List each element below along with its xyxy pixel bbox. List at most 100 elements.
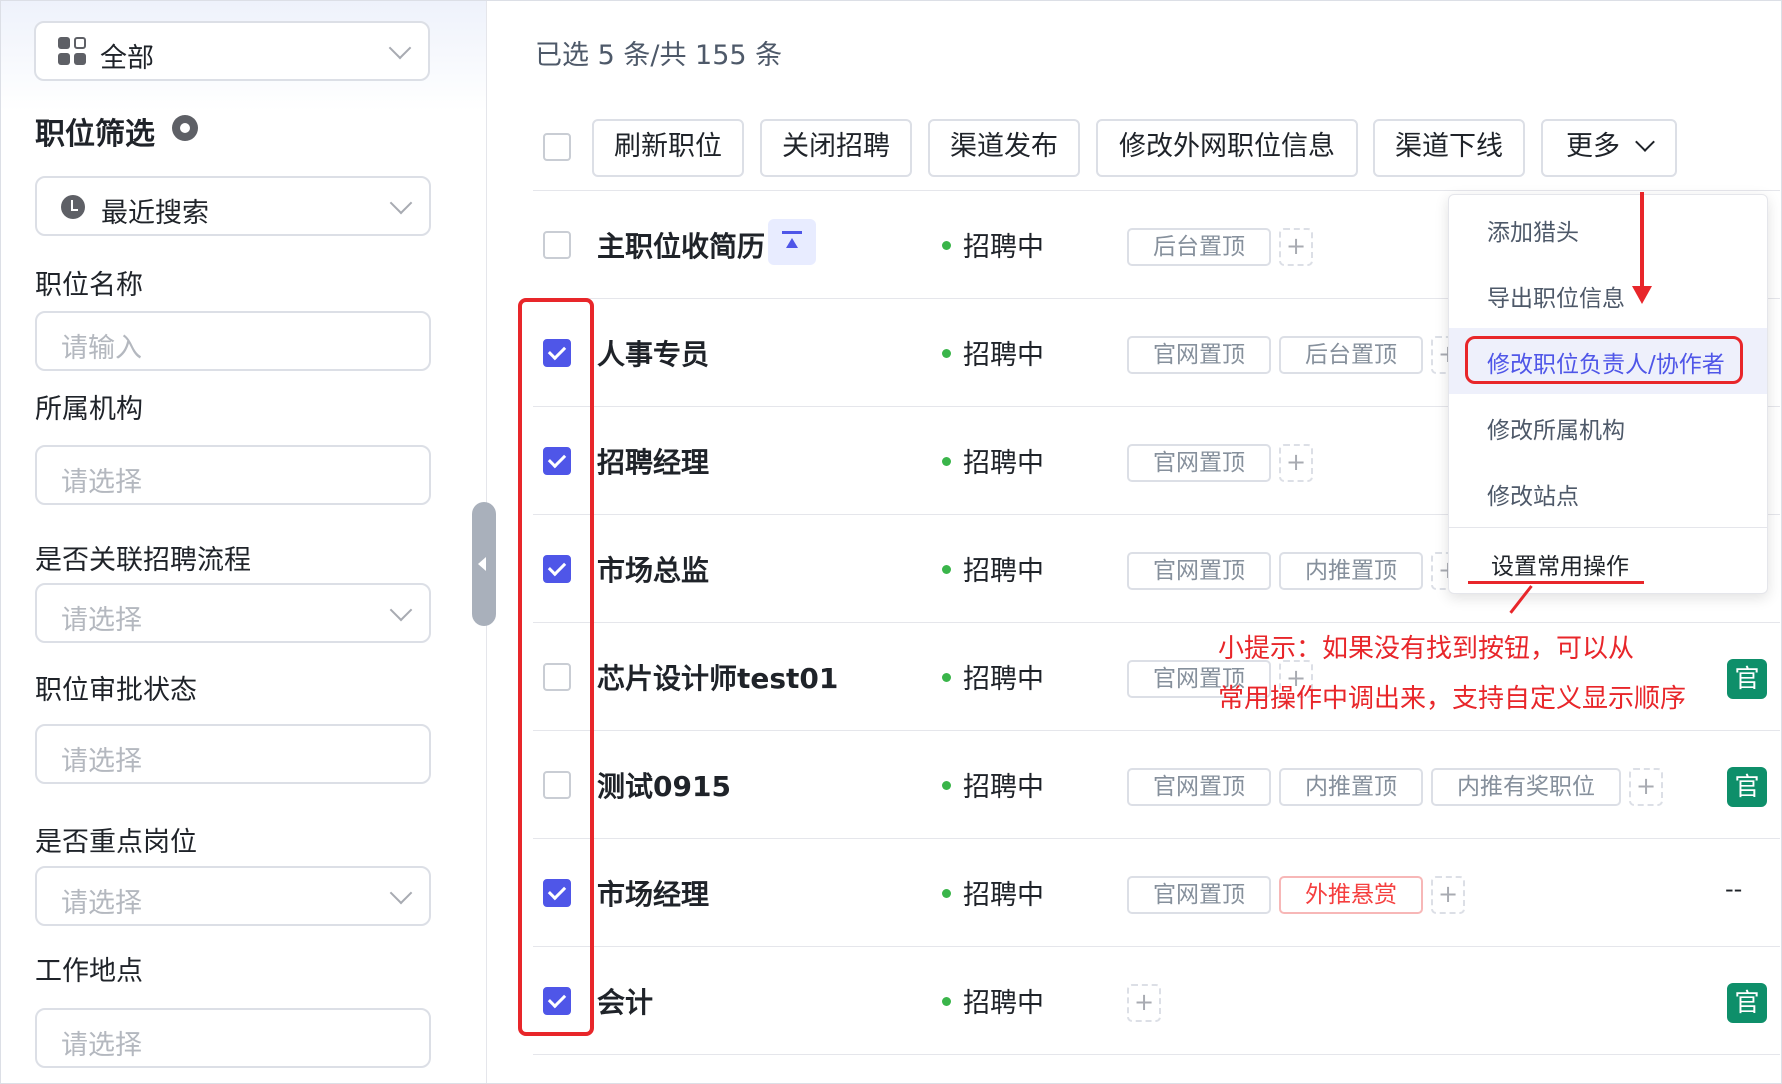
- filter-label-key-position: 是否重点岗位: [35, 827, 197, 858]
- annotation-arrow-shaft: [1640, 192, 1644, 290]
- tip-line-1: 小提示：如果没有找到按钮，可以从: [1218, 634, 1635, 664]
- position-name[interactable]: 芯片设计师test01: [597, 657, 838, 697]
- tag: 官网置顶: [1127, 768, 1271, 806]
- status-dot: [942, 997, 951, 1006]
- status-text: 招聘中: [963, 556, 1044, 587]
- position-name-input[interactable]: 请输入: [35, 311, 431, 371]
- location-placeholder: 请选择: [61, 1030, 142, 1061]
- chevron-down-icon: [389, 881, 413, 905]
- official-site-badge: 官: [1727, 659, 1767, 699]
- official-site-badge: 官: [1727, 983, 1767, 1023]
- status-dot: [942, 889, 951, 898]
- status-text: 招聘中: [963, 880, 1044, 911]
- status-dot: [942, 241, 951, 250]
- row-divider: [533, 1054, 1780, 1055]
- menu-item-common-actions[interactable]: 设置常用操作: [1491, 547, 1629, 581]
- tag: 内推置顶: [1279, 768, 1423, 806]
- tag-reward: 外推悬赏: [1279, 876, 1423, 914]
- scope-select[interactable]: 全部: [34, 21, 430, 81]
- filter-label-location: 工作地点: [35, 956, 143, 987]
- table-row[interactable]: 测试0915 招聘中 官网置顶 内推置顶 内推有奖职位 + 官: [533, 731, 1780, 839]
- position-name[interactable]: 市场总监: [597, 549, 709, 589]
- pin-top-icon[interactable]: [768, 219, 816, 265]
- position-name[interactable]: 测试0915: [597, 765, 731, 805]
- tag: 内推有奖职位: [1431, 768, 1621, 806]
- filter-sidebar: 全部 职位筛选 最近搜索 职位名称 请输入 所属机构 请选择 是否关联招聘流程 …: [1, 1, 487, 1083]
- status-text: 招聘中: [963, 772, 1044, 803]
- scope-select-value: 全部: [100, 43, 154, 74]
- filter-label-process: 是否关联招聘流程: [35, 545, 251, 576]
- filter-label-org: 所属机构: [35, 394, 143, 425]
- refresh-position-button[interactable]: 刷新职位: [592, 119, 744, 177]
- recent-search-select[interactable]: 最近搜索: [35, 176, 431, 236]
- add-tag-button[interactable]: +: [1629, 768, 1663, 806]
- status-text: 招聘中: [963, 340, 1044, 371]
- row-checkbox[interactable]: [543, 231, 571, 259]
- menu-item-export-position[interactable]: 导出职位信息: [1487, 279, 1625, 313]
- position-name[interactable]: 主职位收简历: [597, 225, 765, 265]
- org-select[interactable]: 请选择: [35, 445, 431, 505]
- status-text: 招聘中: [963, 448, 1044, 479]
- select-all-checkbox[interactable]: [543, 133, 571, 161]
- sidebar-collapse-handle[interactable]: [472, 502, 496, 626]
- add-tag-button[interactable]: +: [1279, 228, 1313, 266]
- annotation-underline: [1468, 581, 1644, 584]
- clock-icon: [61, 195, 85, 219]
- status-text: 招聘中: [963, 664, 1044, 695]
- tag: 官网置顶: [1127, 876, 1271, 914]
- annotation-arrow-head: [1632, 286, 1652, 304]
- more-button[interactable]: 更多: [1541, 119, 1677, 177]
- key-position-select[interactable]: 请选择: [35, 866, 431, 926]
- menu-item-edit-org[interactable]: 修改所属机构: [1487, 411, 1625, 445]
- approval-select[interactable]: 请选择: [35, 724, 431, 784]
- table-row[interactable]: 市场经理 招聘中 官网置顶 外推悬赏 + --: [533, 839, 1780, 947]
- menu-item-add-headhunter[interactable]: 添加猎头: [1487, 213, 1579, 247]
- key-position-placeholder: 请选择: [61, 888, 142, 919]
- tag: 官网置顶: [1127, 552, 1271, 590]
- grid-icon: [58, 37, 88, 67]
- recent-search-label: 最近搜索: [101, 198, 209, 229]
- channel-publish-button[interactable]: 渠道发布: [928, 119, 1080, 177]
- add-tag-button[interactable]: +: [1279, 444, 1313, 482]
- status-dot: [942, 673, 951, 682]
- gear-icon[interactable]: [172, 115, 198, 141]
- filter-label-approval: 职位审批状态: [35, 675, 197, 706]
- tag: 后台置顶: [1279, 336, 1423, 374]
- official-site-badge: 官: [1727, 767, 1767, 807]
- edit-external-info-button[interactable]: 修改外网职位信息: [1096, 119, 1358, 177]
- chevron-down-icon: [388, 36, 412, 60]
- process-select[interactable]: 请选择: [35, 583, 431, 643]
- add-tag-button[interactable]: +: [1127, 984, 1161, 1022]
- close-recruit-button[interactable]: 关闭招聘: [760, 119, 912, 177]
- add-tag-button[interactable]: +: [1431, 876, 1465, 914]
- org-placeholder: 请选择: [61, 467, 142, 498]
- position-name[interactable]: 人事专员: [597, 333, 709, 373]
- tip-line-2: 常用操作中调出来，支持自定义显示顺序: [1218, 684, 1687, 714]
- status-dot: [942, 457, 951, 466]
- channel-offline-button[interactable]: 渠道下线: [1373, 119, 1525, 177]
- tag: 内推置顶: [1279, 552, 1423, 590]
- selected-rows-highlight: [518, 298, 594, 1036]
- location-select[interactable]: 请选择: [35, 1008, 431, 1068]
- position-name[interactable]: 招聘经理: [597, 441, 709, 481]
- position-name[interactable]: 市场经理: [597, 873, 709, 913]
- filter-label-position-name: 职位名称: [35, 270, 143, 301]
- status-text: 招聘中: [963, 232, 1044, 263]
- approval-placeholder: 请选择: [61, 746, 142, 777]
- position-name[interactable]: 会计: [597, 981, 653, 1021]
- table-row[interactable]: 会计 招聘中 + 官: [533, 947, 1780, 1055]
- selection-count: 已选 5 条/共 155 条: [535, 40, 783, 71]
- status-dot: [942, 781, 951, 790]
- chevron-down-icon: [389, 191, 413, 215]
- process-placeholder: 请选择: [61, 605, 142, 636]
- status-dot: [942, 349, 951, 358]
- filter-heading: 职位筛选: [35, 117, 155, 152]
- position-name-placeholder: 请输入: [61, 333, 142, 364]
- status-dot: [942, 565, 951, 574]
- menu-divider: [1449, 527, 1767, 528]
- status-text: 招聘中: [963, 988, 1044, 1019]
- more-button-label: 更多: [1566, 131, 1620, 162]
- menu-item-edit-site[interactable]: 修改站点: [1487, 477, 1579, 511]
- more-dropdown-menu: 添加猎头 导出职位信息 修改职位负责人/协作者 修改所属机构 修改站点 设置常用…: [1448, 194, 1768, 594]
- chevron-down-icon: [1635, 132, 1655, 152]
